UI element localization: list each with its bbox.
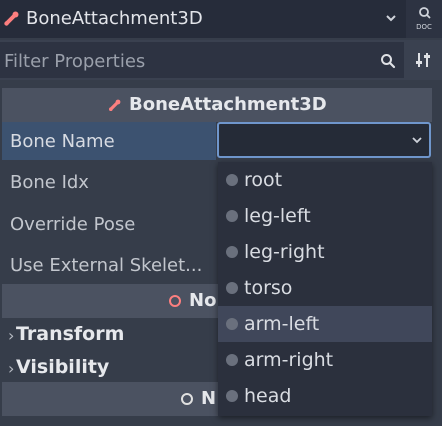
menu-item-label: leg-right <box>244 241 325 263</box>
prop-label: Bone Name <box>10 131 115 152</box>
menu-item-label: leg-left <box>244 205 311 227</box>
menu-item-label: head <box>244 385 292 407</box>
search-icon <box>381 54 396 69</box>
property-tools-button[interactable] <box>408 42 438 78</box>
prop-bone-name: Bone Name <box>2 122 216 160</box>
menu-item-label: arm-left <box>244 313 320 335</box>
prop-override-pose: Override Pose <box>2 205 216 243</box>
menu-item-label: torso <box>244 277 293 299</box>
group-label: Transform <box>16 323 125 345</box>
prop-use-external-skeleton: Use External Skelet... <box>2 246 216 284</box>
open-docs-button[interactable]: DOC <box>406 0 442 38</box>
menu-item-arm-right[interactable]: arm-right <box>218 342 432 378</box>
chevron-right-icon: › <box>8 359 15 378</box>
section-title: BoneAttachment3D <box>129 94 327 115</box>
radio-icon <box>226 318 238 330</box>
radio-icon <box>226 174 238 186</box>
bone-attachment-icon <box>109 99 121 111</box>
prop-label: Override Pose <box>10 214 136 235</box>
class-selector-bar[interactable]: BoneAttachment3D DOC <box>0 0 442 38</box>
bone-name-popup-menu: root leg-left leg-right torso arm-left a… <box>218 162 432 416</box>
chevron-right-icon: › <box>8 326 15 345</box>
menu-item-torso[interactable]: torso <box>218 270 432 306</box>
radio-icon <box>226 246 238 258</box>
doc-magnifier-icon: DOC <box>416 7 432 31</box>
menu-item-head[interactable]: head <box>218 378 432 414</box>
property-tools-icon <box>416 53 430 67</box>
class-name-label: BoneAttachment3D <box>26 8 203 29</box>
radio-icon <box>226 390 238 402</box>
prop-bone-idx: Bone Idx <box>2 163 216 201</box>
menu-item-label: arm-right <box>244 349 334 371</box>
group-label: Visibility <box>16 356 110 378</box>
group-transform[interactable]: › Transform <box>2 318 218 350</box>
radio-icon <box>226 282 238 294</box>
chevron-down-icon <box>412 137 422 144</box>
menu-item-leg-left[interactable]: leg-left <box>218 198 432 234</box>
radio-icon <box>226 354 238 366</box>
prop-label: Use External Skelet... <box>10 255 203 276</box>
inspector-scrollbar[interactable] <box>434 86 442 426</box>
section-title: No <box>189 290 217 311</box>
menu-item-leg-right[interactable]: leg-right <box>218 234 432 270</box>
node-circle-icon <box>181 393 193 405</box>
chevron-down-icon[interactable] <box>384 11 398 25</box>
filter-placeholder: Filter Properties <box>4 51 146 72</box>
group-visibility[interactable]: › Visibility <box>2 351 218 383</box>
section-title: N <box>201 388 217 409</box>
node3d-circle-icon <box>169 295 181 307</box>
section-header-boneattachment3d[interactable]: BoneAttachment3D <box>2 88 432 122</box>
inspector-window: BoneAttachment3D DOC Filter Properties B… <box>0 0 442 426</box>
menu-item-label: root <box>244 169 283 191</box>
filter-properties-input[interactable]: Filter Properties <box>0 42 404 78</box>
prop-label: Bone Idx <box>10 172 89 193</box>
menu-item-root[interactable]: root <box>218 162 432 198</box>
doc-label: DOC <box>416 23 432 31</box>
bone-attachment-icon <box>4 11 19 26</box>
filter-row: Filter Properties <box>0 40 442 80</box>
menu-item-arm-left[interactable]: arm-left <box>218 306 432 342</box>
bone-name-dropdown[interactable] <box>217 122 431 158</box>
radio-icon <box>226 210 238 222</box>
